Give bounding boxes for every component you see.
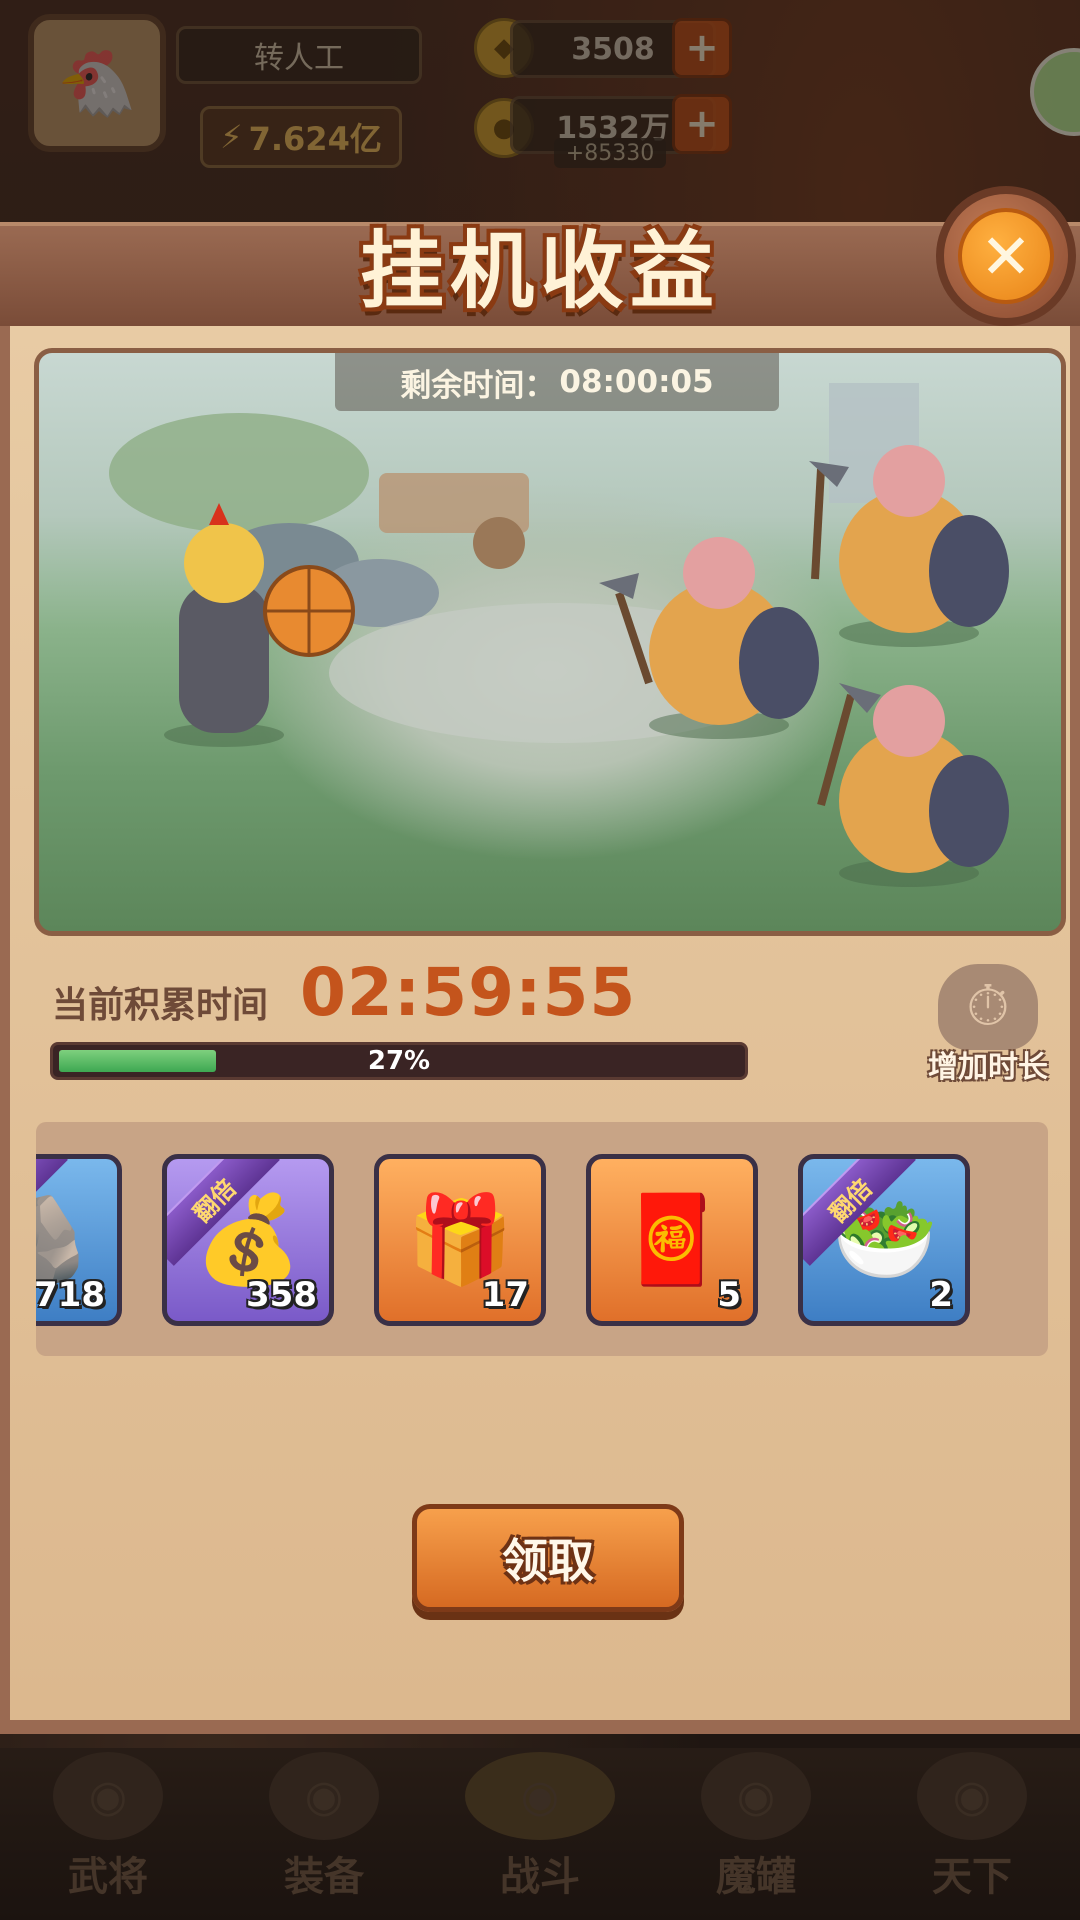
remaining-time-value: 08:00:05 bbox=[559, 364, 714, 400]
progress-text: 27% bbox=[367, 1046, 431, 1076]
reward-item[interactable]: 🎁 17 bbox=[374, 1154, 546, 1326]
close-button[interactable]: ✕ bbox=[936, 186, 1076, 326]
reward-item[interactable]: 🧧 5 bbox=[586, 1154, 758, 1326]
tree-canopy bbox=[109, 413, 369, 533]
battle-illustration bbox=[109, 383, 1009, 887]
stopwatch-icon: ⏱ bbox=[938, 964, 1038, 1050]
reward-item[interactable]: 💰 翻倍 358 bbox=[162, 1154, 334, 1326]
reward-count: 718 bbox=[36, 1275, 105, 1315]
reward-count: 5 bbox=[717, 1275, 741, 1315]
modal-body: 剩余时间： 08:00:05 当前积累时间 02:59:55 27% ⏱ 增加时… bbox=[0, 326, 1080, 1734]
remaining-time-label: 剩余时间： bbox=[400, 367, 556, 404]
close-icon: ✕ bbox=[958, 208, 1054, 304]
idle-rewards-modal: 挂机收益 ✕ 剩余时间： 08:00:05 当前积累时间 02:59:55 27… bbox=[0, 186, 1080, 1742]
lucky-bag-icon: 🎁 bbox=[406, 1190, 514, 1290]
reward-list: 🪨翻倍718💰翻倍358🎁17🧧5🥗翻倍2 bbox=[36, 1122, 1048, 1356]
modal-title: 挂机收益 bbox=[359, 222, 720, 320]
reward-item[interactable]: 🥗 翻倍 2 bbox=[798, 1154, 970, 1326]
cart-wheel bbox=[473, 517, 525, 569]
accumulated-time-label: 当前积累时间 bbox=[52, 985, 269, 1026]
claim-button[interactable]: 领取 bbox=[412, 1504, 684, 1612]
red-card-icon: 🧧 bbox=[618, 1190, 726, 1290]
ore-stone-icon: 🪨 bbox=[36, 1197, 90, 1283]
reward-count: 2 bbox=[929, 1275, 953, 1315]
remaining-time-banner: 剩余时间： 08:00:05 bbox=[335, 353, 779, 411]
battle-scene: 剩余时间： 08:00:05 bbox=[34, 348, 1066, 936]
add-time-label: 增加时长 bbox=[928, 1050, 1048, 1085]
accumulation-progress-bar: 27% bbox=[50, 1042, 748, 1080]
enemy-bandit bbox=[817, 683, 1009, 887]
reward-count: 358 bbox=[246, 1275, 317, 1315]
enemy-bandit bbox=[809, 445, 1009, 647]
accumulated-time-value: 02:59:55 bbox=[300, 954, 637, 1031]
reward-track: 🪨翻倍718💰翻倍358🎁17🧧5🥗翻倍2 bbox=[36, 1154, 970, 1326]
reward-count: 17 bbox=[481, 1275, 529, 1315]
reward-item[interactable]: 🪨翻倍718 bbox=[36, 1154, 122, 1326]
add-time-button[interactable]: ⏱ 增加时长 bbox=[918, 964, 1058, 1086]
